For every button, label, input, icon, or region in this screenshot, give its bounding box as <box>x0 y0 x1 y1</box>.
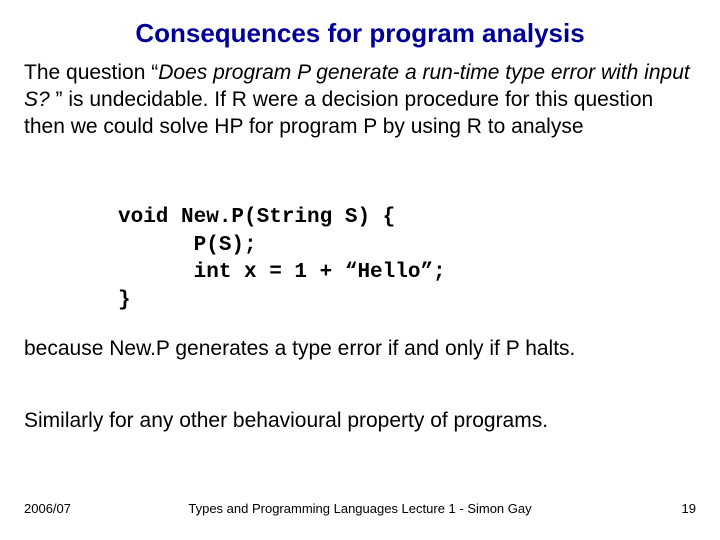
footer-title: Types and Programming Languages Lecture … <box>24 501 696 516</box>
slide-title: Consequences for program analysis <box>0 18 720 49</box>
code-line-3: int x = 1 + “Hello”; <box>118 261 446 284</box>
footer: 2006/07 Types and Programming Languages … <box>24 501 696 516</box>
code-line-1: void New.P(String S) { <box>118 206 395 229</box>
slide: Consequences for program analysis The qu… <box>0 0 720 540</box>
code-block: void New.P(String S) { P(S); int x = 1 +… <box>118 204 446 315</box>
code-line-2: P(S); <box>118 234 257 257</box>
code-line-4: } <box>118 289 131 312</box>
conclusion-paragraph: because New.P generates a type error if … <box>24 336 696 363</box>
intro-paragraph: The question “Does program P generate a … <box>24 60 696 141</box>
para1-text-a: The question “ <box>24 61 158 84</box>
similarly-paragraph: Similarly for any other behavioural prop… <box>24 408 696 435</box>
para1-text-b: ” is undecidable. If R were a decision p… <box>24 88 653 138</box>
